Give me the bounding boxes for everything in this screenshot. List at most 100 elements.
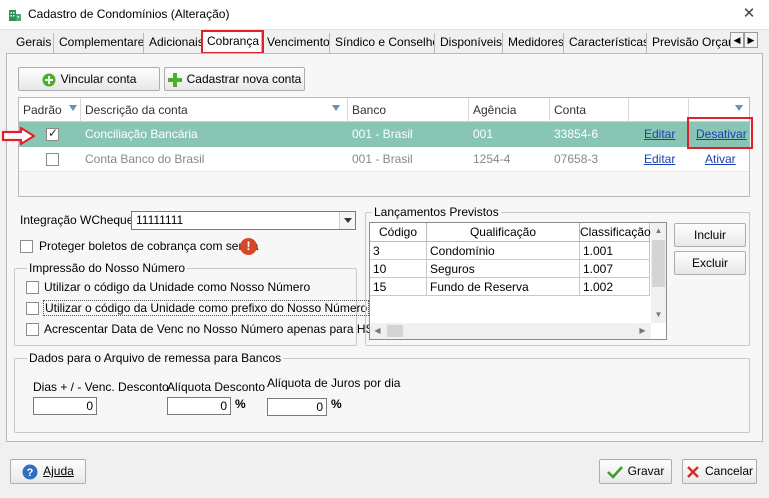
close-icon[interactable]: ✕ — [740, 5, 758, 23]
scroll-up-icon[interactable]: ▲ — [651, 223, 666, 238]
edit-link[interactable]: Editar — [640, 147, 675, 172]
scroll-thumb[interactable] — [652, 240, 665, 287]
tab-complementares[interactable]: Complementares — [55, 33, 144, 53]
scroll-left-icon[interactable]: ◀ — [370, 323, 385, 338]
option-label: Acrescentar Data de Venc no Nosso Número… — [44, 322, 391, 336]
tab-previsao-orcamentaria[interactable]: Previsão Orçam — [648, 33, 730, 53]
cancel-label: Cancelar — [704, 464, 754, 478]
percent-sign: % — [331, 397, 342, 411]
save-button[interactable]: Gravar — [599, 459, 672, 484]
cell-qualification[interactable]: Condomínio — [427, 242, 580, 260]
interest-rate-label: Alíquota de Juros por dia — [267, 376, 401, 390]
days-discount-field[interactable]: 0 — [33, 397, 97, 415]
filter-icon[interactable] — [735, 105, 743, 111]
cell-classification[interactable]: 1.002 — [580, 278, 650, 296]
horizontal-scrollbar[interactable]: ◀ ▶ — [370, 323, 651, 339]
days-discount-label: Dias + / - Venc. Desconto — [33, 380, 169, 394]
column-label: Descrição da conta — [85, 103, 188, 117]
account-description: Conciliação Bancária — [85, 127, 198, 141]
option-checkbox-unit-prefix[interactable] — [26, 302, 39, 315]
cell-qualification[interactable]: Fundo de Reserva — [427, 278, 580, 296]
column-header-classificacao[interactable]: Classificação — [580, 223, 651, 242]
cell-code[interactable]: 3 — [370, 242, 427, 260]
remessa-title: Dados para o Arquivo de remessa para Ban… — [27, 351, 284, 365]
column-header-padrao[interactable]: Padrão — [19, 98, 81, 122]
column-header-agencia[interactable]: Agência — [469, 98, 550, 122]
tab-vencimento[interactable]: Vencimento — [263, 33, 330, 53]
option-label: Utilizar o código da Unidade como Nosso … — [44, 280, 311, 294]
close-x-icon — [687, 465, 699, 478]
cancel-button[interactable]: Cancelar — [682, 459, 757, 484]
table-row[interactable]: Conta Banco do Brasil 001 - Brasil 1254-… — [19, 147, 749, 172]
tab-caracteristicas[interactable]: Características — [565, 33, 647, 53]
deactivate-highlight — [687, 117, 753, 149]
help-button[interactable]: ? Ajuda — [10, 459, 86, 484]
column-header-banco[interactable]: Banco — [348, 98, 469, 122]
activate-link[interactable]: Ativar — [701, 147, 736, 172]
add-circle-icon — [42, 73, 56, 87]
column-header-qualificacao[interactable]: Qualificação — [427, 223, 580, 242]
wcheque-select[interactable]: 11111111 — [131, 211, 356, 230]
table-row[interactable]: Conciliação Bancária 001 - Brasil 001 33… — [19, 122, 749, 147]
cell-classification[interactable]: 1.001 — [580, 242, 650, 260]
tab-adicionais[interactable]: Adicionais — [145, 33, 202, 53]
remessa-group — [14, 358, 750, 433]
vertical-scrollbar[interactable]: ▲ ▼ — [651, 223, 666, 323]
column-header-descricao[interactable]: Descrição da conta — [81, 98, 348, 122]
link-account-button[interactable]: Vincular conta — [18, 67, 160, 91]
nosso-numero-title: Impressão do Nosso Número — [27, 261, 188, 275]
tab-medidores[interactable]: Medidores — [504, 33, 564, 53]
help-label: Ajuda — [43, 464, 74, 478]
new-account-label: Cadastrar nova conta — [186, 72, 302, 86]
protect-boletos-label: Proteger boletos de cobrança com senha — [39, 239, 259, 253]
tab-gerais[interactable]: Gerais — [12, 33, 54, 53]
include-button[interactable]: Incluir — [674, 223, 746, 247]
building-icon — [9, 10, 21, 21]
plus-icon — [167, 72, 182, 87]
lancamentos-table: Código Qualificação Classificação 3 Cond… — [369, 222, 667, 340]
tab-sindico-conselho[interactable]: Síndico e Conselho — [331, 33, 435, 53]
cell-code[interactable]: 15 — [370, 278, 427, 296]
column-label: Padrão — [23, 103, 62, 117]
accounts-grid: Padrão Descrição da conta Banco Agência … — [18, 97, 750, 197]
grid-header: Padrão Descrição da conta Banco Agência … — [19, 98, 749, 122]
discount-rate-label: Alíquota Desconto — [167, 380, 266, 394]
account-agency: 001 — [473, 127, 494, 141]
title-bar: Cadastro de Condomínios (Alteração) ✕ — [0, 0, 769, 30]
account-number: 07658-3 — [554, 152, 599, 166]
column-header-conta[interactable]: Conta — [550, 98, 629, 122]
filter-icon[interactable] — [69, 105, 77, 111]
wcheque-label: Integração WCheque — [20, 213, 134, 227]
discount-rate-field[interactable]: 0 — [167, 397, 231, 415]
default-checkbox[interactable] — [46, 126, 59, 141]
account-bank: 001 - Brasil — [352, 127, 413, 141]
cell-classification[interactable]: 1.007 — [580, 260, 650, 278]
option-label: Utilizar o código da Unidade como prefix… — [43, 300, 370, 316]
cell-code[interactable]: 10 — [370, 260, 427, 278]
link-account-label: Vincular conta — [60, 72, 137, 86]
scroll-right-icon[interactable]: ▶ — [635, 323, 650, 338]
tab-scroll-right-icon[interactable]: ▶ — [744, 32, 758, 48]
protect-boletos-checkbox[interactable] — [20, 240, 33, 253]
percent-sign: % — [235, 397, 246, 411]
account-description: Conta Banco do Brasil — [85, 152, 205, 166]
default-checkbox[interactable] — [46, 153, 59, 166]
tab-scroll-left-icon[interactable]: ◀ — [730, 32, 744, 48]
option-checkbox-hsbc-date[interactable] — [26, 323, 39, 336]
tab-disponiveis[interactable]: Disponíveis — [436, 33, 503, 53]
interest-rate-field[interactable]: 0 — [267, 398, 327, 416]
cell-qualification[interactable]: Seguros — [427, 260, 580, 278]
lancamentos-title: Lançamentos Previstos — [372, 205, 501, 219]
filter-icon[interactable] — [332, 105, 340, 111]
chevron-down-icon[interactable] — [339, 212, 355, 229]
warning-icon: ! — [240, 238, 257, 255]
scroll-down-icon[interactable]: ▼ — [651, 307, 666, 322]
scroll-thumb[interactable] — [387, 325, 403, 337]
new-account-button[interactable]: Cadastrar nova conta — [164, 67, 305, 91]
checkmark-icon — [606, 465, 623, 479]
option-checkbox-unit-code[interactable] — [26, 281, 39, 294]
edit-link[interactable]: Editar — [640, 122, 675, 147]
column-header-codigo[interactable]: Código — [370, 223, 427, 242]
exclude-button[interactable]: Excluir — [674, 251, 746, 275]
account-agency: 1254-4 — [473, 152, 511, 166]
